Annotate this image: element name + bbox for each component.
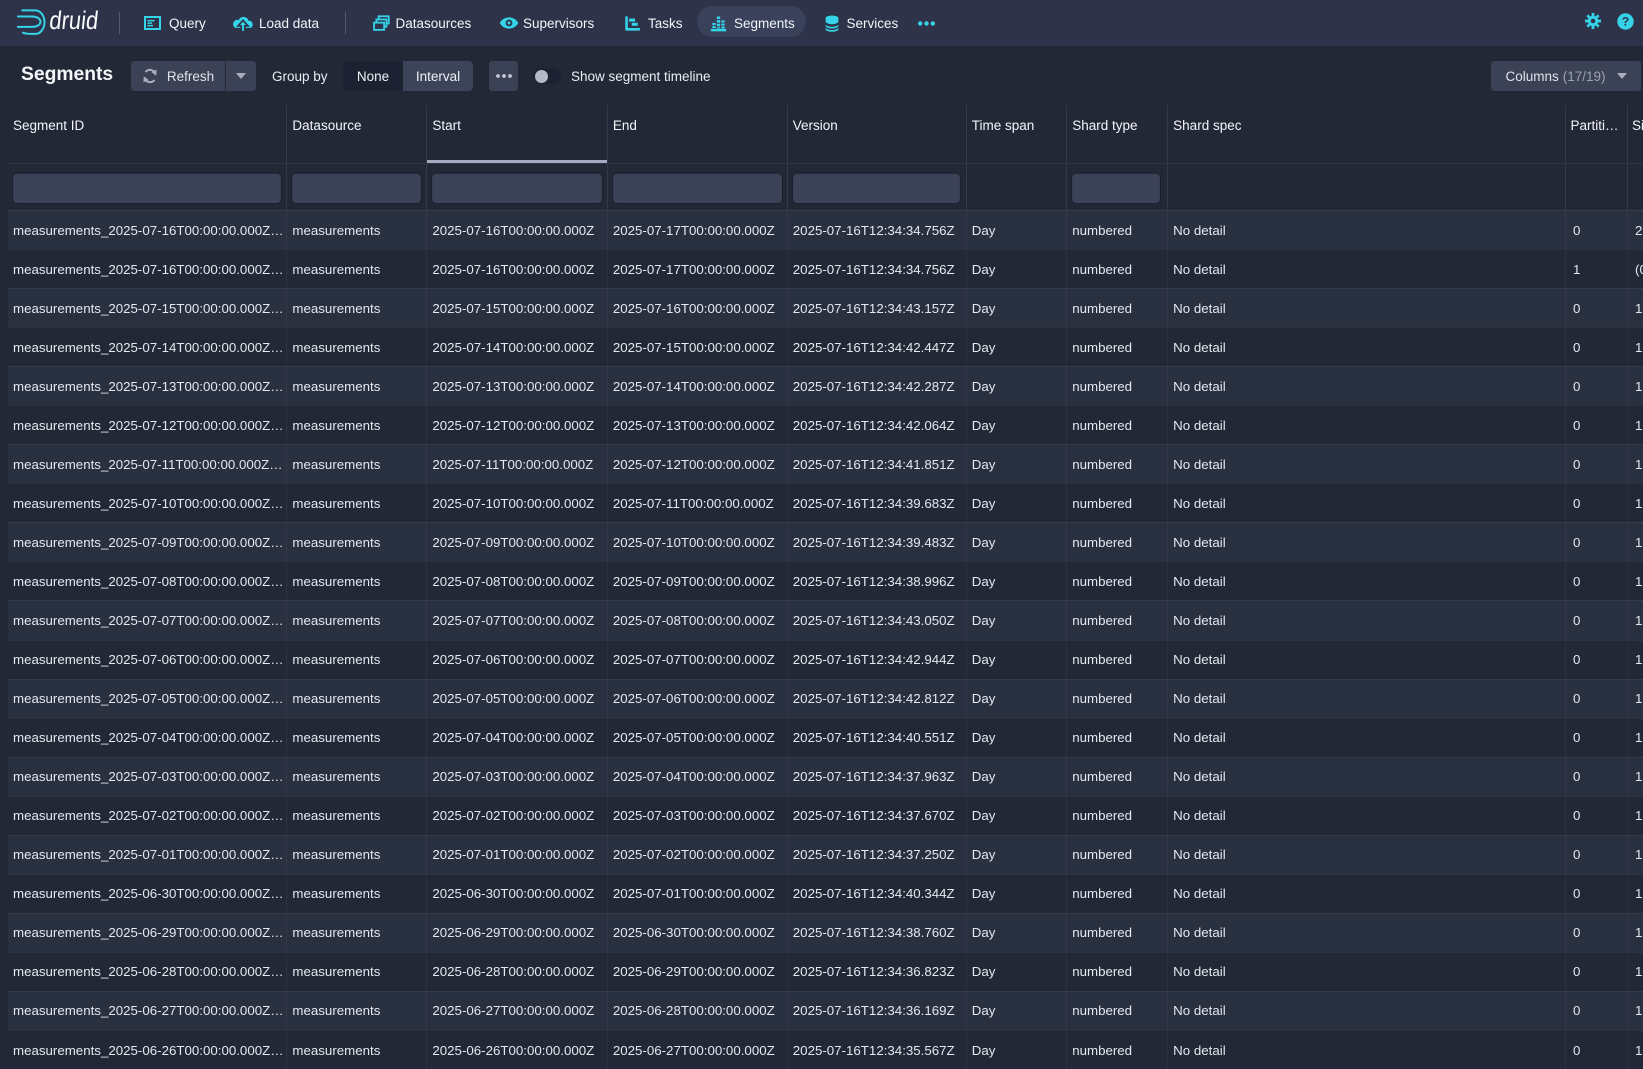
svg-text:?: ? <box>1622 15 1629 29</box>
